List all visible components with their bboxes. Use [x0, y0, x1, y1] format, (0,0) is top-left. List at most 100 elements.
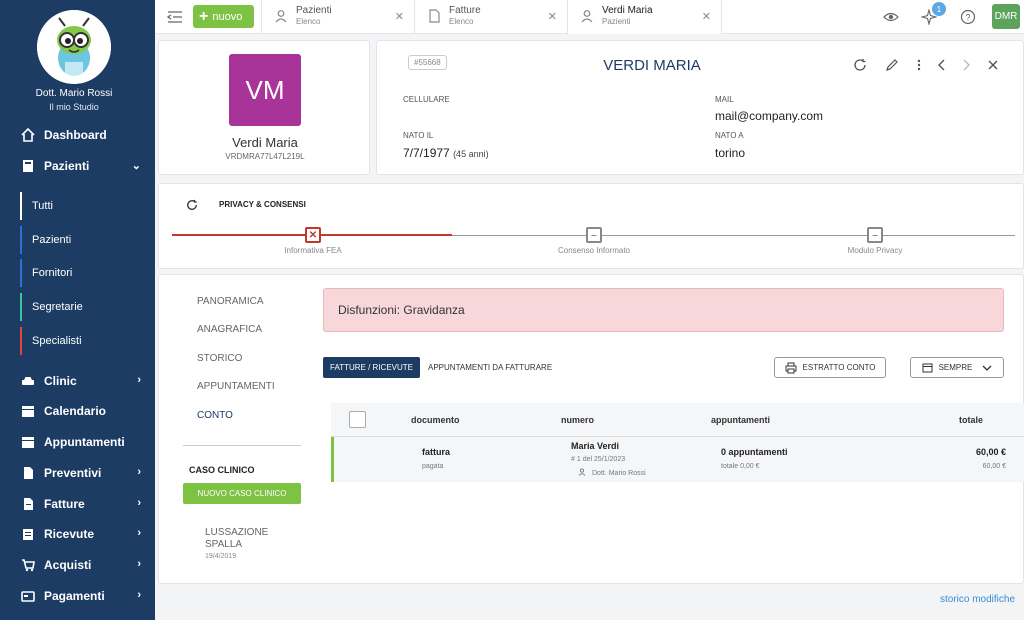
chevron-right-icon: ›	[137, 589, 141, 601]
sidebar-subitem-fornitori[interactable]: Fornitori	[20, 259, 150, 287]
new-caso-clinico-button[interactable]: NUOVO CASO CLINICO	[183, 483, 301, 504]
help-icon[interactable]: ?	[960, 9, 976, 25]
select-all-checkbox[interactable]	[349, 411, 366, 428]
tab-subtitle: Elenco	[449, 17, 474, 26]
patient-name: Verdi Maria	[232, 135, 298, 150]
sidebar-item-pazienti[interactable]: Pazienti ⌄	[0, 153, 155, 179]
top-bar: + nuovo Pazienti Elenco ✕ Fatture Elenco …	[155, 0, 1024, 34]
doc-type: fattura	[422, 447, 451, 457]
sidebar-subitem-pazienti[interactable]: Pazienti	[20, 226, 150, 254]
notification-badge: 1	[932, 2, 946, 16]
doctor-avatar[interactable]	[37, 10, 111, 84]
menu-collapse-icon[interactable]	[166, 9, 183, 25]
edit-icon[interactable]	[885, 58, 899, 72]
refresh-icon[interactable]	[186, 198, 198, 210]
tab-title: Verdi Maria	[602, 5, 653, 16]
nato-il-value: 7/7/1977 (45 anni)	[403, 146, 489, 160]
calendar-check-icon	[20, 434, 36, 450]
sidenav-panoramica[interactable]: PANORAMICA	[197, 296, 264, 307]
number-date: del 25/1/2023	[582, 456, 626, 463]
table-row[interactable]: fattura pagata Maria Verdi # 1 del 25/1/…	[331, 437, 1024, 482]
table-header: documento numero appuntamenti totale	[331, 403, 1024, 437]
subitem-label: Pazienti	[32, 234, 72, 246]
close-icon[interactable]: ✕	[395, 10, 404, 23]
period-select[interactable]: SEMPRE	[910, 357, 1004, 378]
sidebar-subitem-tutti[interactable]: Tutti	[20, 192, 150, 220]
nato-il-label: NATO IL	[403, 131, 434, 140]
calendar-icon	[922, 362, 933, 373]
close-icon[interactable]	[986, 58, 1000, 72]
close-icon[interactable]: ✕	[702, 10, 711, 23]
step-label: Modulo Privacy	[847, 246, 903, 255]
sidebar-item-preventivi[interactable]: Preventivi ›	[0, 460, 155, 486]
caso-clinico-item[interactable]: LUSSAZIONE SPALLA	[205, 527, 285, 551]
sidebar-item-ricevute[interactable]: Ricevute ›	[0, 521, 155, 547]
sidebar-item-fatture[interactable]: Fatture ›	[0, 491, 155, 517]
refresh-icon[interactable]	[853, 58, 867, 72]
user-avatar[interactable]: DMR	[992, 4, 1020, 29]
patient-title: VERDI MARIA	[603, 57, 701, 74]
step-error-icon[interactable]: ✕	[305, 227, 321, 243]
sidebar-item-acquisti[interactable]: Acquisti ›	[0, 552, 155, 578]
user-card-icon	[20, 158, 36, 174]
sidebar-item-label: Clinic	[44, 374, 77, 388]
chevron-down-icon: ⌄	[131, 160, 141, 172]
privacy-card: PRIVACY & CONSENSI ✕ Informativa FEA – C…	[158, 183, 1024, 269]
column-header[interactable]: numero	[561, 415, 594, 425]
sidenav-conto[interactable]: CONTO	[197, 410, 233, 421]
sidebar-item-pagamenti[interactable]: Pagamenti ›	[0, 583, 155, 609]
column-header[interactable]: documento	[411, 415, 460, 425]
sidebar-item-label: Pazienti	[44, 159, 90, 173]
birth-date: 7/7/1977	[403, 146, 450, 160]
receipt-icon	[20, 526, 36, 542]
sidebar-item-calendario[interactable]: Calendario	[0, 398, 155, 424]
sidenav-anagrafica[interactable]: ANAGRAFICA	[197, 324, 262, 335]
more-icon[interactable]	[912, 58, 926, 72]
eye-icon[interactable]	[883, 9, 899, 25]
sidebar-item-label: Fatture	[44, 497, 85, 511]
estratto-conto-button[interactable]: ESTRATTO CONTO	[774, 357, 886, 378]
sidebar-item-appuntamenti[interactable]: Appuntamenti	[0, 429, 155, 455]
tab-appuntamenti-da-fatturare[interactable]: APPUNTAMENTI DA FATTURARE	[428, 363, 552, 372]
cart-icon	[20, 557, 36, 573]
home-icon	[20, 127, 36, 143]
history-link[interactable]: storico modifiche	[940, 594, 1015, 605]
mail-value: mail@company.com	[715, 109, 823, 123]
sidenav-appuntamenti[interactable]: APPUNTAMENTI	[197, 381, 275, 392]
sidebar-subitem-segretarie[interactable]: Segretarie	[20, 293, 150, 321]
tab-verdi-maria[interactable]: Verdi Maria Pazienti ✕	[567, 0, 722, 34]
row-total-sub: 60,00 €	[982, 463, 1006, 470]
subitem-label: Segretarie	[32, 301, 83, 313]
step-pending-icon[interactable]: –	[586, 227, 602, 243]
user-icon	[580, 9, 594, 23]
invoice-icon	[20, 496, 36, 512]
close-icon[interactable]: ✕	[548, 10, 557, 23]
sidenav-storico[interactable]: STORICO	[197, 353, 242, 364]
patient-card: VM Verdi Maria VRDMRA77L47L219L	[158, 40, 370, 175]
tab-pazienti[interactable]: Pazienti Elenco ✕	[261, 0, 414, 34]
sidebar-subitem-specialisti[interactable]: Specialisti	[20, 327, 150, 355]
step-pending-icon[interactable]: –	[867, 227, 883, 243]
sidebar-item-dashboard[interactable]: Dashboard	[0, 122, 155, 148]
tab-title: Pazienti	[296, 5, 332, 16]
column-header[interactable]: appuntamenti	[711, 415, 770, 425]
chevron-right-icon: ›	[137, 374, 141, 386]
tab-fatture[interactable]: Fatture Elenco ✕	[414, 0, 567, 34]
chevron-left-icon[interactable]	[935, 58, 949, 72]
appointments-total: totale 0,00 €	[721, 463, 760, 470]
chevron-right-icon: ›	[137, 527, 141, 539]
sidebar-item-label: Pagamenti	[44, 589, 105, 603]
sidebar-item-label: Appuntamenti	[44, 435, 125, 449]
new-button[interactable]: + nuovo	[193, 5, 254, 28]
column-header[interactable]: totale	[959, 415, 983, 425]
doctor-name: Dott. Mario Rossi	[35, 88, 113, 99]
divider	[183, 445, 301, 446]
car-icon	[20, 373, 36, 389]
sidebar-item-clinic[interactable]: Clinic ›	[0, 368, 155, 394]
patient-details-card: #55668 VERDI MARIA CELLULARE MAIL mail@c…	[376, 40, 1024, 175]
patient-avatar[interactable]: VM	[229, 54, 301, 126]
doctor-line: Dott. Mario Rossi	[578, 468, 646, 478]
user-icon	[578, 468, 586, 478]
tab-fatture-ricevute[interactable]: FATTURE / RICEVUTE	[323, 357, 420, 378]
chevron-right-icon[interactable]	[959, 58, 973, 72]
